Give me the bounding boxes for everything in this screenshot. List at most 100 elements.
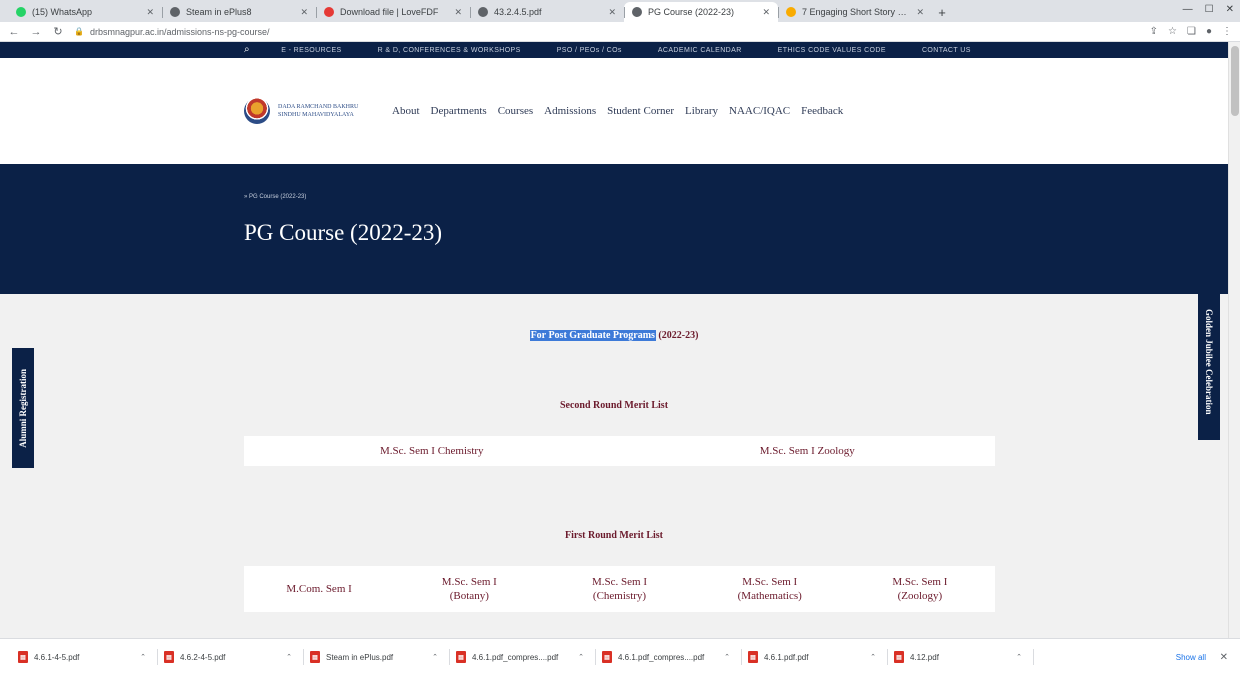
chevron-up-icon[interactable]: ⌃ bbox=[286, 653, 292, 661]
browser-tab[interactable]: 43.2.4.5.pdf ✕ bbox=[470, 2, 624, 22]
tab-close-icon[interactable]: ✕ bbox=[762, 7, 770, 18]
browser-tab[interactable]: (15) WhatsApp ✕ bbox=[8, 2, 162, 22]
tab-favicon-icon bbox=[786, 7, 796, 17]
close-icon[interactable]: ✕ bbox=[1220, 652, 1228, 663]
bookmark-star-icon[interactable]: ☆ bbox=[1168, 26, 1177, 37]
download-item[interactable]: ▤ Steam in ePlus.pdf ⌃ bbox=[304, 643, 450, 671]
site-header: DADA RAMCHAND BAKHRU SINDHU MAHAVIDYALAY… bbox=[0, 58, 1228, 164]
topbar-link[interactable]: CONTACT US bbox=[922, 47, 971, 54]
download-item[interactable]: ▤ 4.6.2-4-5.pdf ⌃ bbox=[158, 643, 304, 671]
minimize-icon[interactable]: — bbox=[1183, 4, 1193, 15]
browser-tab-active[interactable]: PG Course (2022-23) ✕ bbox=[624, 2, 778, 22]
back-icon[interactable]: ← bbox=[8, 26, 20, 38]
close-window-icon[interactable]: ✕ bbox=[1226, 4, 1234, 15]
menu-icon[interactable]: ⋮ bbox=[1222, 26, 1232, 37]
nav-naac-iqac[interactable]: NAAC/IQAC bbox=[729, 105, 790, 117]
topbar-links: E - RESOURCES R & D, CONFERENCES & WORKS… bbox=[257, 47, 971, 54]
search-icon[interactable]: ⌕ bbox=[244, 44, 250, 55]
link-line: M.Sc. Sem I bbox=[892, 576, 948, 588]
nav-library[interactable]: Library bbox=[685, 105, 718, 117]
site-topbar: ⌕ E - RESOURCES R & D, CONFERENCES & WOR… bbox=[0, 42, 1228, 58]
url-text: drbsmnagpur.ac.in/admissions-ns-pg-cours… bbox=[89, 26, 270, 37]
share-icon[interactable]: ⇪ bbox=[1150, 26, 1158, 37]
tab-title: PG Course (2022-23) bbox=[648, 7, 735, 17]
address-bar[interactable]: 🔒 drbsmnagpur.ac.in/admissions-ns-pg-cou… bbox=[74, 24, 1140, 40]
download-filename: 4.6.1.pdf_compres....pdf bbox=[618, 652, 705, 662]
profile-icon[interactable]: ● bbox=[1206, 26, 1212, 37]
merit-list-link[interactable]: M.Sc. Sem I (Mathematics) bbox=[695, 575, 845, 603]
forward-icon[interactable]: → bbox=[30, 26, 42, 38]
programs-subtitle: For Post Graduate Programs (2022-23) bbox=[0, 330, 1228, 341]
chevron-up-icon[interactable]: ⌃ bbox=[432, 653, 438, 661]
college-emblem-icon bbox=[244, 98, 270, 124]
topbar-link[interactable]: R & D, CONFERENCES & WORKSHOPS bbox=[378, 47, 521, 54]
link-line: (Zoology) bbox=[897, 590, 943, 602]
tab-close-icon[interactable]: ✕ bbox=[916, 7, 924, 18]
tab-favicon-icon bbox=[170, 7, 180, 17]
topbar-link[interactable]: E - RESOURCES bbox=[281, 47, 341, 54]
link-line: (Chemistry) bbox=[592, 590, 647, 602]
first-round-list: M.Com. Sem I M.Sc. Sem I (Botany) M.Sc. S… bbox=[244, 566, 995, 612]
download-item[interactable]: ▤ 4.6.1.pdf_compres....pdf ⌃ bbox=[450, 643, 596, 671]
page-scrollbar[interactable] bbox=[1228, 42, 1240, 638]
tab-favicon-icon bbox=[324, 7, 334, 17]
merit-list-link[interactable]: M.Sc. Sem I Zoology bbox=[620, 444, 996, 458]
nav-student-corner[interactable]: Student Corner bbox=[607, 105, 674, 117]
show-all-downloads-button[interactable]: Show all bbox=[1176, 653, 1206, 662]
merit-list-link[interactable]: M.Com. Sem I bbox=[244, 582, 394, 596]
browser-tab[interactable]: 7 Engaging Short Story Collecti... ✕ bbox=[778, 2, 932, 22]
topbar-link[interactable]: ETHICS CODE VALUES CODE bbox=[778, 47, 886, 54]
merit-list-link[interactable]: M.Sc. Sem I (Botany) bbox=[394, 575, 544, 603]
download-item[interactable]: ▤ 4.6.1.pdf_compres....pdf ⌃ bbox=[596, 643, 742, 671]
merit-list-link[interactable]: M.Sc. Sem I (Chemistry) bbox=[544, 575, 694, 603]
browser-tab[interactable]: Download file | LoveFDF ✕ bbox=[316, 2, 470, 22]
download-item[interactable]: ▤ 4.12.pdf ⌃ bbox=[888, 643, 1034, 671]
alumni-registration-tab[interactable]: Alumni Registration bbox=[12, 348, 34, 468]
tab-close-icon[interactable]: ✕ bbox=[454, 7, 462, 18]
download-item[interactable]: ▤ 4.6.1.pdf.pdf ⌃ bbox=[742, 643, 888, 671]
topbar-link[interactable]: ACADEMIC CALENDAR bbox=[658, 47, 742, 54]
merit-list-link[interactable]: M.Sc. Sem I (Zoology) bbox=[845, 575, 995, 603]
nav-admissions[interactable]: Admissions bbox=[544, 105, 596, 117]
pdf-file-icon: ▤ bbox=[602, 651, 612, 663]
window-controls: — ☐ ✕ bbox=[1183, 4, 1234, 15]
pdf-file-icon: ▤ bbox=[748, 651, 758, 663]
golden-jubilee-tab[interactable]: Golden Jubilee Celebration bbox=[1198, 284, 1220, 440]
side-tab-label: Alumni Registration bbox=[18, 368, 28, 448]
download-filename: 4.6.1.pdf.pdf bbox=[764, 652, 809, 662]
link-line: (Mathematics) bbox=[737, 590, 802, 602]
download-filename: 4.12.pdf bbox=[910, 652, 939, 662]
tab-title: Steam in ePlus8 bbox=[186, 7, 252, 17]
browser-toolbar: ← → ↻ 🔒 drbsmnagpur.ac.in/admissions-ns-… bbox=[0, 22, 1240, 42]
topbar-link[interactable]: PSO / PEOs / COs bbox=[557, 47, 622, 54]
merit-list-link[interactable]: M.Sc. Sem I Chemistry bbox=[244, 444, 620, 458]
tab-close-icon[interactable]: ✕ bbox=[608, 7, 616, 18]
chevron-up-icon[interactable]: ⌃ bbox=[870, 653, 876, 661]
maximize-icon[interactable]: ☐ bbox=[1205, 4, 1214, 15]
browser-tab[interactable]: Steam in ePlus8 ✕ bbox=[162, 2, 316, 22]
tab-favicon-icon bbox=[478, 7, 488, 17]
nav-departments[interactable]: Departments bbox=[431, 105, 487, 117]
nav-courses[interactable]: Courses bbox=[498, 105, 533, 117]
download-filename: 4.6.1-4-5.pdf bbox=[34, 652, 80, 662]
chevron-up-icon[interactable]: ⌃ bbox=[1016, 653, 1022, 661]
nav-feedback[interactable]: Feedback bbox=[801, 105, 843, 117]
tab-close-icon[interactable]: ✕ bbox=[146, 7, 154, 18]
download-item[interactable]: ▤ 4.6.1-4-5.pdf ⌃ bbox=[12, 643, 158, 671]
scroll-thumb[interactable] bbox=[1231, 46, 1239, 116]
reload-icon[interactable]: ↻ bbox=[52, 25, 64, 38]
breadcrumb[interactable]: » PG Course (2022-23) bbox=[244, 194, 1228, 200]
chevron-up-icon[interactable]: ⌃ bbox=[724, 653, 730, 661]
chevron-up-icon[interactable]: ⌃ bbox=[140, 653, 146, 661]
chevron-up-icon[interactable]: ⌃ bbox=[578, 653, 584, 661]
tab-title: 43.2.4.5.pdf bbox=[494, 7, 542, 17]
download-filename: 4.6.1.pdf_compres....pdf bbox=[472, 652, 559, 662]
site-logo[interactable]: DADA RAMCHAND BAKHRU SINDHU MAHAVIDYALAY… bbox=[244, 98, 370, 124]
pdf-file-icon: ▤ bbox=[456, 651, 466, 663]
download-filename: 4.6.2-4-5.pdf bbox=[180, 652, 226, 662]
new-tab-icon[interactable]: + bbox=[932, 2, 952, 22]
tab-title: 7 Engaging Short Story Collecti... bbox=[802, 7, 910, 17]
extensions-icon[interactable]: ❏ bbox=[1187, 26, 1196, 37]
tab-close-icon[interactable]: ✕ bbox=[300, 7, 308, 18]
nav-about[interactable]: About bbox=[392, 105, 420, 117]
